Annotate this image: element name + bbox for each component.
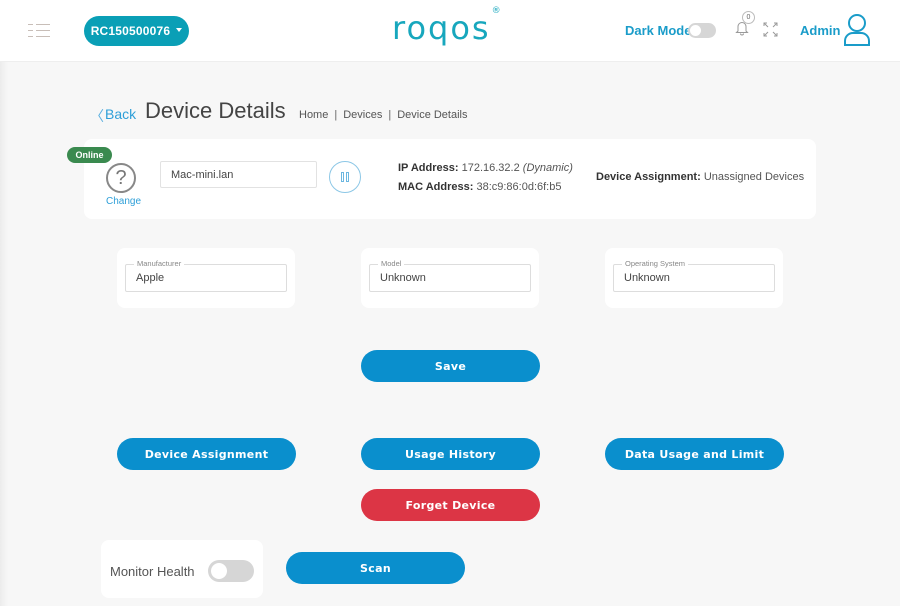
manufacturer-field[interactable]: Manufacturer bbox=[125, 259, 287, 292]
device-assignment-info: Device Assignment: Unassigned Devices bbox=[596, 171, 805, 183]
breadcrumb-home[interactable]: Home bbox=[299, 109, 328, 121]
logo: roqos® bbox=[392, 6, 501, 47]
page-title: Device Details bbox=[145, 98, 286, 123]
user-avatar-icon[interactable] bbox=[843, 13, 871, 47]
field-label: Model bbox=[378, 259, 405, 268]
field-label: Manufacturer bbox=[134, 259, 185, 268]
manufacturer-card: Manufacturer bbox=[117, 248, 295, 308]
breadcrumb-current: Device Details bbox=[397, 109, 468, 121]
notification-count-badge: 0 bbox=[742, 11, 755, 24]
pause-icon bbox=[341, 172, 344, 182]
os-card: Operating System bbox=[605, 248, 783, 308]
sidebar-edge bbox=[0, 62, 8, 606]
router-id: RC150500076 bbox=[90, 24, 171, 38]
change-icon-link[interactable]: Change bbox=[106, 196, 141, 207]
status-badge: Online bbox=[67, 147, 112, 163]
model-card: Model bbox=[361, 248, 539, 308]
unknown-device-icon[interactable]: ? bbox=[106, 163, 136, 193]
breadcrumb-separator: | bbox=[334, 109, 338, 121]
admin-menu-label[interactable]: Admin bbox=[800, 23, 840, 38]
chevron-left-icon[interactable]: 〈 bbox=[90, 106, 104, 126]
forget-device-button[interactable]: Forget Device bbox=[361, 489, 540, 521]
usage-history-button[interactable]: Usage History bbox=[361, 438, 540, 470]
fullscreen-icon[interactable] bbox=[763, 22, 778, 37]
model-input[interactable] bbox=[380, 272, 520, 284]
back-link[interactable]: Back bbox=[105, 106, 136, 122]
breadcrumb: Home | Devices | Device Details bbox=[299, 109, 468, 121]
breadcrumb-separator: | bbox=[388, 109, 392, 121]
router-select-dropdown[interactable]: RC150500076 bbox=[84, 16, 189, 46]
monitor-health-toggle[interactable] bbox=[208, 560, 254, 582]
field-label: Operating System bbox=[622, 259, 689, 268]
os-field[interactable]: Operating System bbox=[613, 259, 775, 292]
manufacturer-input[interactable] bbox=[136, 272, 276, 284]
mac-address: MAC Address: 38:c9:86:0d:6f:b5 bbox=[398, 181, 562, 193]
save-button[interactable]: Save bbox=[361, 350, 540, 382]
caret-down-icon bbox=[176, 28, 183, 32]
dark-mode-toggle[interactable] bbox=[688, 23, 716, 38]
ip-address: IP Address: 172.16.32.2 (Dynamic) bbox=[398, 162, 573, 174]
scan-button[interactable]: Scan bbox=[286, 552, 465, 584]
breadcrumb-devices[interactable]: Devices bbox=[343, 109, 382, 121]
top-bar: RC150500076 roqos® Dark Mode 0 Admin bbox=[0, 0, 900, 62]
device-name-input[interactable] bbox=[160, 161, 317, 188]
model-field[interactable]: Model bbox=[369, 259, 531, 292]
menu-icon[interactable] bbox=[28, 24, 50, 38]
monitor-health-label: Monitor Health bbox=[110, 564, 195, 579]
device-assignment-button[interactable]: Device Assignment bbox=[117, 438, 296, 470]
dark-mode-label: Dark Mode bbox=[625, 23, 692, 38]
data-usage-button[interactable]: Data Usage and Limit bbox=[605, 438, 784, 470]
pause-internet-button[interactable] bbox=[329, 161, 361, 193]
os-input[interactable] bbox=[624, 272, 764, 284]
